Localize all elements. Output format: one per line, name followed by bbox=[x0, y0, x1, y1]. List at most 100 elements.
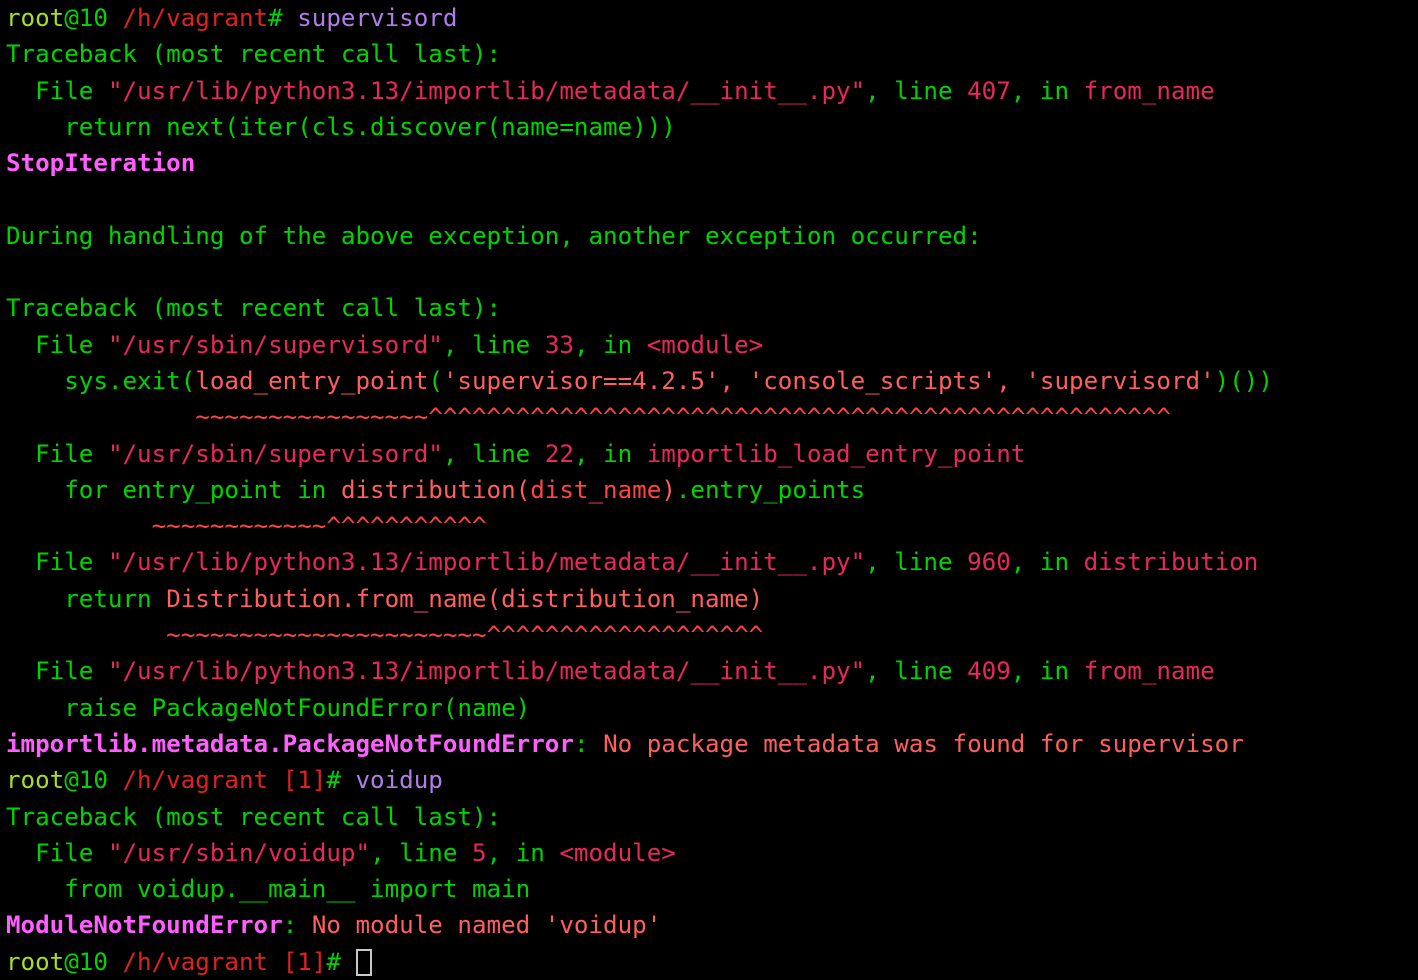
terminal-segment: "/usr/sbin/supervisord" bbox=[107, 330, 443, 359]
terminal-segment: line bbox=[399, 838, 472, 867]
terminal-segment: File bbox=[6, 76, 108, 105]
terminal-segment: Traceback (most recent call last): bbox=[6, 802, 502, 831]
terminal-segment: StopIteration bbox=[6, 149, 196, 178]
terminal-segment: No module named 'voidup' bbox=[311, 911, 662, 940]
terminal-segment: "/usr/sbin/supervisord" bbox=[107, 439, 443, 468]
terminal-segment: return next(iter(cls.discover(name=name)… bbox=[6, 112, 676, 141]
terminal-segment: No package metadata was found for superv… bbox=[603, 729, 1244, 758]
terminal-segment: root bbox=[6, 947, 65, 976]
terminal-window[interactable]: root@10 /h/vagrant# supervisord Traceback… bbox=[0, 0, 1418, 980]
terminal-segment: dist_name bbox=[530, 475, 662, 504]
terminal-segment: in bbox=[1039, 76, 1084, 105]
terminal-line-blank-2 bbox=[0, 254, 1418, 290]
terminal-line-frame-3-code: for entry_point in distribution(dist_nam… bbox=[0, 472, 1418, 508]
terminal-segment bbox=[108, 4, 123, 32]
terminal-segment: ~~~~~~~~~~~~~~~~~~~~~~^^^^^^^^^^^^^^^^^^… bbox=[6, 621, 764, 650]
terminal-line-frame-3-markers: ~~~~~~~~~~~~^^^^^^^^^^^ bbox=[0, 508, 1418, 544]
terminal-segment: .entry_points bbox=[675, 475, 866, 504]
terminal-line-frame-5-code: raise PackageNotFoundError(name) bbox=[0, 690, 1418, 726]
terminal-segment: /h/vagrant bbox=[122, 947, 269, 976]
terminal-segment: File bbox=[6, 657, 108, 686]
terminal-segment: in bbox=[1039, 657, 1084, 686]
terminal-segment: 'supervisor==4.2.5', 'console_scripts', … bbox=[442, 366, 1215, 395]
terminal-line-frame-6-file: File "/usr/sbin/voidup", line 5, in <mod… bbox=[0, 835, 1418, 871]
terminal-segment: in bbox=[603, 439, 647, 468]
terminal-segment: <module> bbox=[559, 838, 676, 867]
terminal-segment: File bbox=[6, 439, 108, 468]
terminal-segment: "/usr/sbin/voidup" bbox=[107, 838, 371, 867]
terminal-segment: ~~~~~~~~~~~~~~~~^^^^^^^^^^^^^^^^^^^^^^^^… bbox=[6, 403, 1171, 432]
terminal-segment: File bbox=[6, 548, 108, 577]
terminal-segment: root bbox=[6, 766, 65, 795]
terminal-segment: , bbox=[865, 657, 895, 686]
terminal-segment: voidup bbox=[355, 766, 443, 795]
text-cursor[interactable] bbox=[355, 948, 372, 976]
terminal-segment: (distribution_name) bbox=[486, 584, 764, 613]
terminal-segment: distribution bbox=[340, 475, 516, 504]
terminal-line-frame-1-file: File "/usr/lib/python3.13/importlib/meta… bbox=[0, 73, 1418, 109]
terminal-segment bbox=[108, 948, 123, 976]
terminal-segment: During handling of the above exception, … bbox=[6, 221, 982, 250]
terminal-segment: "/usr/lib/python3.13/importlib/metadata/… bbox=[107, 548, 866, 577]
terminal-segment: , bbox=[1010, 657, 1040, 686]
terminal-line-traceback-header-2: Traceback (most recent call last): bbox=[0, 290, 1418, 326]
terminal-segment: from voidup.__main__ import main bbox=[6, 875, 531, 904]
terminal-line-frame-1-code: return next(iter(cls.discover(name=name)… bbox=[0, 109, 1418, 145]
terminal-line-exception-3: ModuleNotFoundError: No module named 'vo… bbox=[0, 907, 1418, 943]
terminal-segment: ) bbox=[661, 475, 676, 504]
terminal-segment bbox=[108, 766, 123, 794]
terminal-line-frame-3-file: File "/usr/sbin/supervisord", line 22, i… bbox=[0, 436, 1418, 472]
terminal-line-frame-2-markers: ~~~~~~~~~~~~~~~~^^^^^^^^^^^^^^^^^^^^^^^^… bbox=[0, 399, 1418, 435]
terminal-segment: , bbox=[573, 330, 604, 359]
terminal-segment: @10 bbox=[64, 4, 108, 32]
terminal-segment: )()) bbox=[1214, 366, 1273, 395]
terminal-segment: "/usr/lib/python3.13/importlib/metadata/… bbox=[107, 76, 866, 105]
terminal-line-frame-4-file: File "/usr/lib/python3.13/importlib/meta… bbox=[0, 544, 1418, 580]
terminal-segment: /h/vagrant bbox=[122, 4, 269, 32]
terminal-segment: "/usr/lib/python3.13/importlib/metadata/… bbox=[107, 657, 866, 686]
terminal-segment: from_name bbox=[1083, 657, 1215, 686]
terminal-segment: in bbox=[603, 330, 647, 359]
terminal-segment: supervisord bbox=[297, 4, 458, 32]
terminal-segment: return bbox=[6, 584, 167, 613]
terminal-line-frame-5-file: File "/usr/lib/python3.13/importlib/meta… bbox=[0, 653, 1418, 689]
terminal-segment: Traceback (most recent call last): bbox=[6, 294, 502, 323]
terminal-line-chain-message: During handling of the above exception, … bbox=[0, 218, 1418, 254]
terminal-segment: for entry_point in bbox=[6, 475, 341, 504]
terminal-segment bbox=[268, 948, 283, 976]
terminal-segment: , bbox=[442, 439, 472, 468]
terminal-segment: 22 bbox=[544, 439, 574, 468]
terminal-segment: ( bbox=[515, 475, 531, 504]
terminal-segment: Distribution.from_name bbox=[166, 584, 487, 613]
terminal-segment: : bbox=[282, 911, 312, 940]
terminal-segment: , bbox=[1010, 76, 1040, 105]
terminal-line-prompt-3: root@10 /h/vagrant [1]# bbox=[0, 944, 1418, 980]
terminal-segment: line bbox=[894, 76, 968, 105]
terminal-segment: , bbox=[370, 838, 400, 867]
terminal-line-frame-6-code: from voidup.__main__ import main bbox=[0, 871, 1418, 907]
terminal-segment: @10 bbox=[64, 766, 108, 795]
terminal-segment: /h/vagrant bbox=[122, 766, 269, 795]
terminal-line-frame-2-code: sys.exit(load_entry_point('supervisor==4… bbox=[0, 363, 1418, 399]
terminal-segment: ~~~~~~~~~~~~^^^^^^^^^^^ bbox=[6, 512, 487, 541]
terminal-segment: line bbox=[894, 657, 968, 686]
terminal-line-prompt-2: root@10 /h/vagrant [1]# voidup bbox=[0, 762, 1418, 798]
terminal-segment: # bbox=[268, 4, 298, 32]
terminal-segment: line bbox=[472, 330, 545, 359]
terminal-line-blank-1 bbox=[0, 181, 1418, 217]
terminal-segment: 33 bbox=[544, 330, 574, 359]
terminal-segment: load_entry_point bbox=[195, 366, 429, 395]
terminal-line-frame-4-markers: ~~~~~~~~~~~~~~~~~~~~~~^^^^^^^^^^^^^^^^^^… bbox=[0, 617, 1418, 653]
terminal-segment: root bbox=[6, 4, 65, 32]
terminal-segment: ModuleNotFoundError bbox=[6, 911, 283, 940]
terminal-segment: , bbox=[442, 330, 472, 359]
terminal-segment: importlib.metadata.PackageNotFoundError bbox=[6, 729, 574, 758]
terminal-segment: <module> bbox=[646, 330, 764, 359]
terminal-segment: [1] bbox=[282, 947, 327, 976]
terminal-segment: : bbox=[573, 729, 604, 758]
terminal-line-exception-1: StopIteration bbox=[0, 145, 1418, 181]
terminal-segment: 407 bbox=[967, 76, 1011, 105]
terminal-segment: , bbox=[865, 548, 895, 577]
terminal-segment: 409 bbox=[967, 657, 1011, 686]
terminal-line-prompt-1: root@10 /h/vagrant# supervisord bbox=[0, 0, 1418, 36]
